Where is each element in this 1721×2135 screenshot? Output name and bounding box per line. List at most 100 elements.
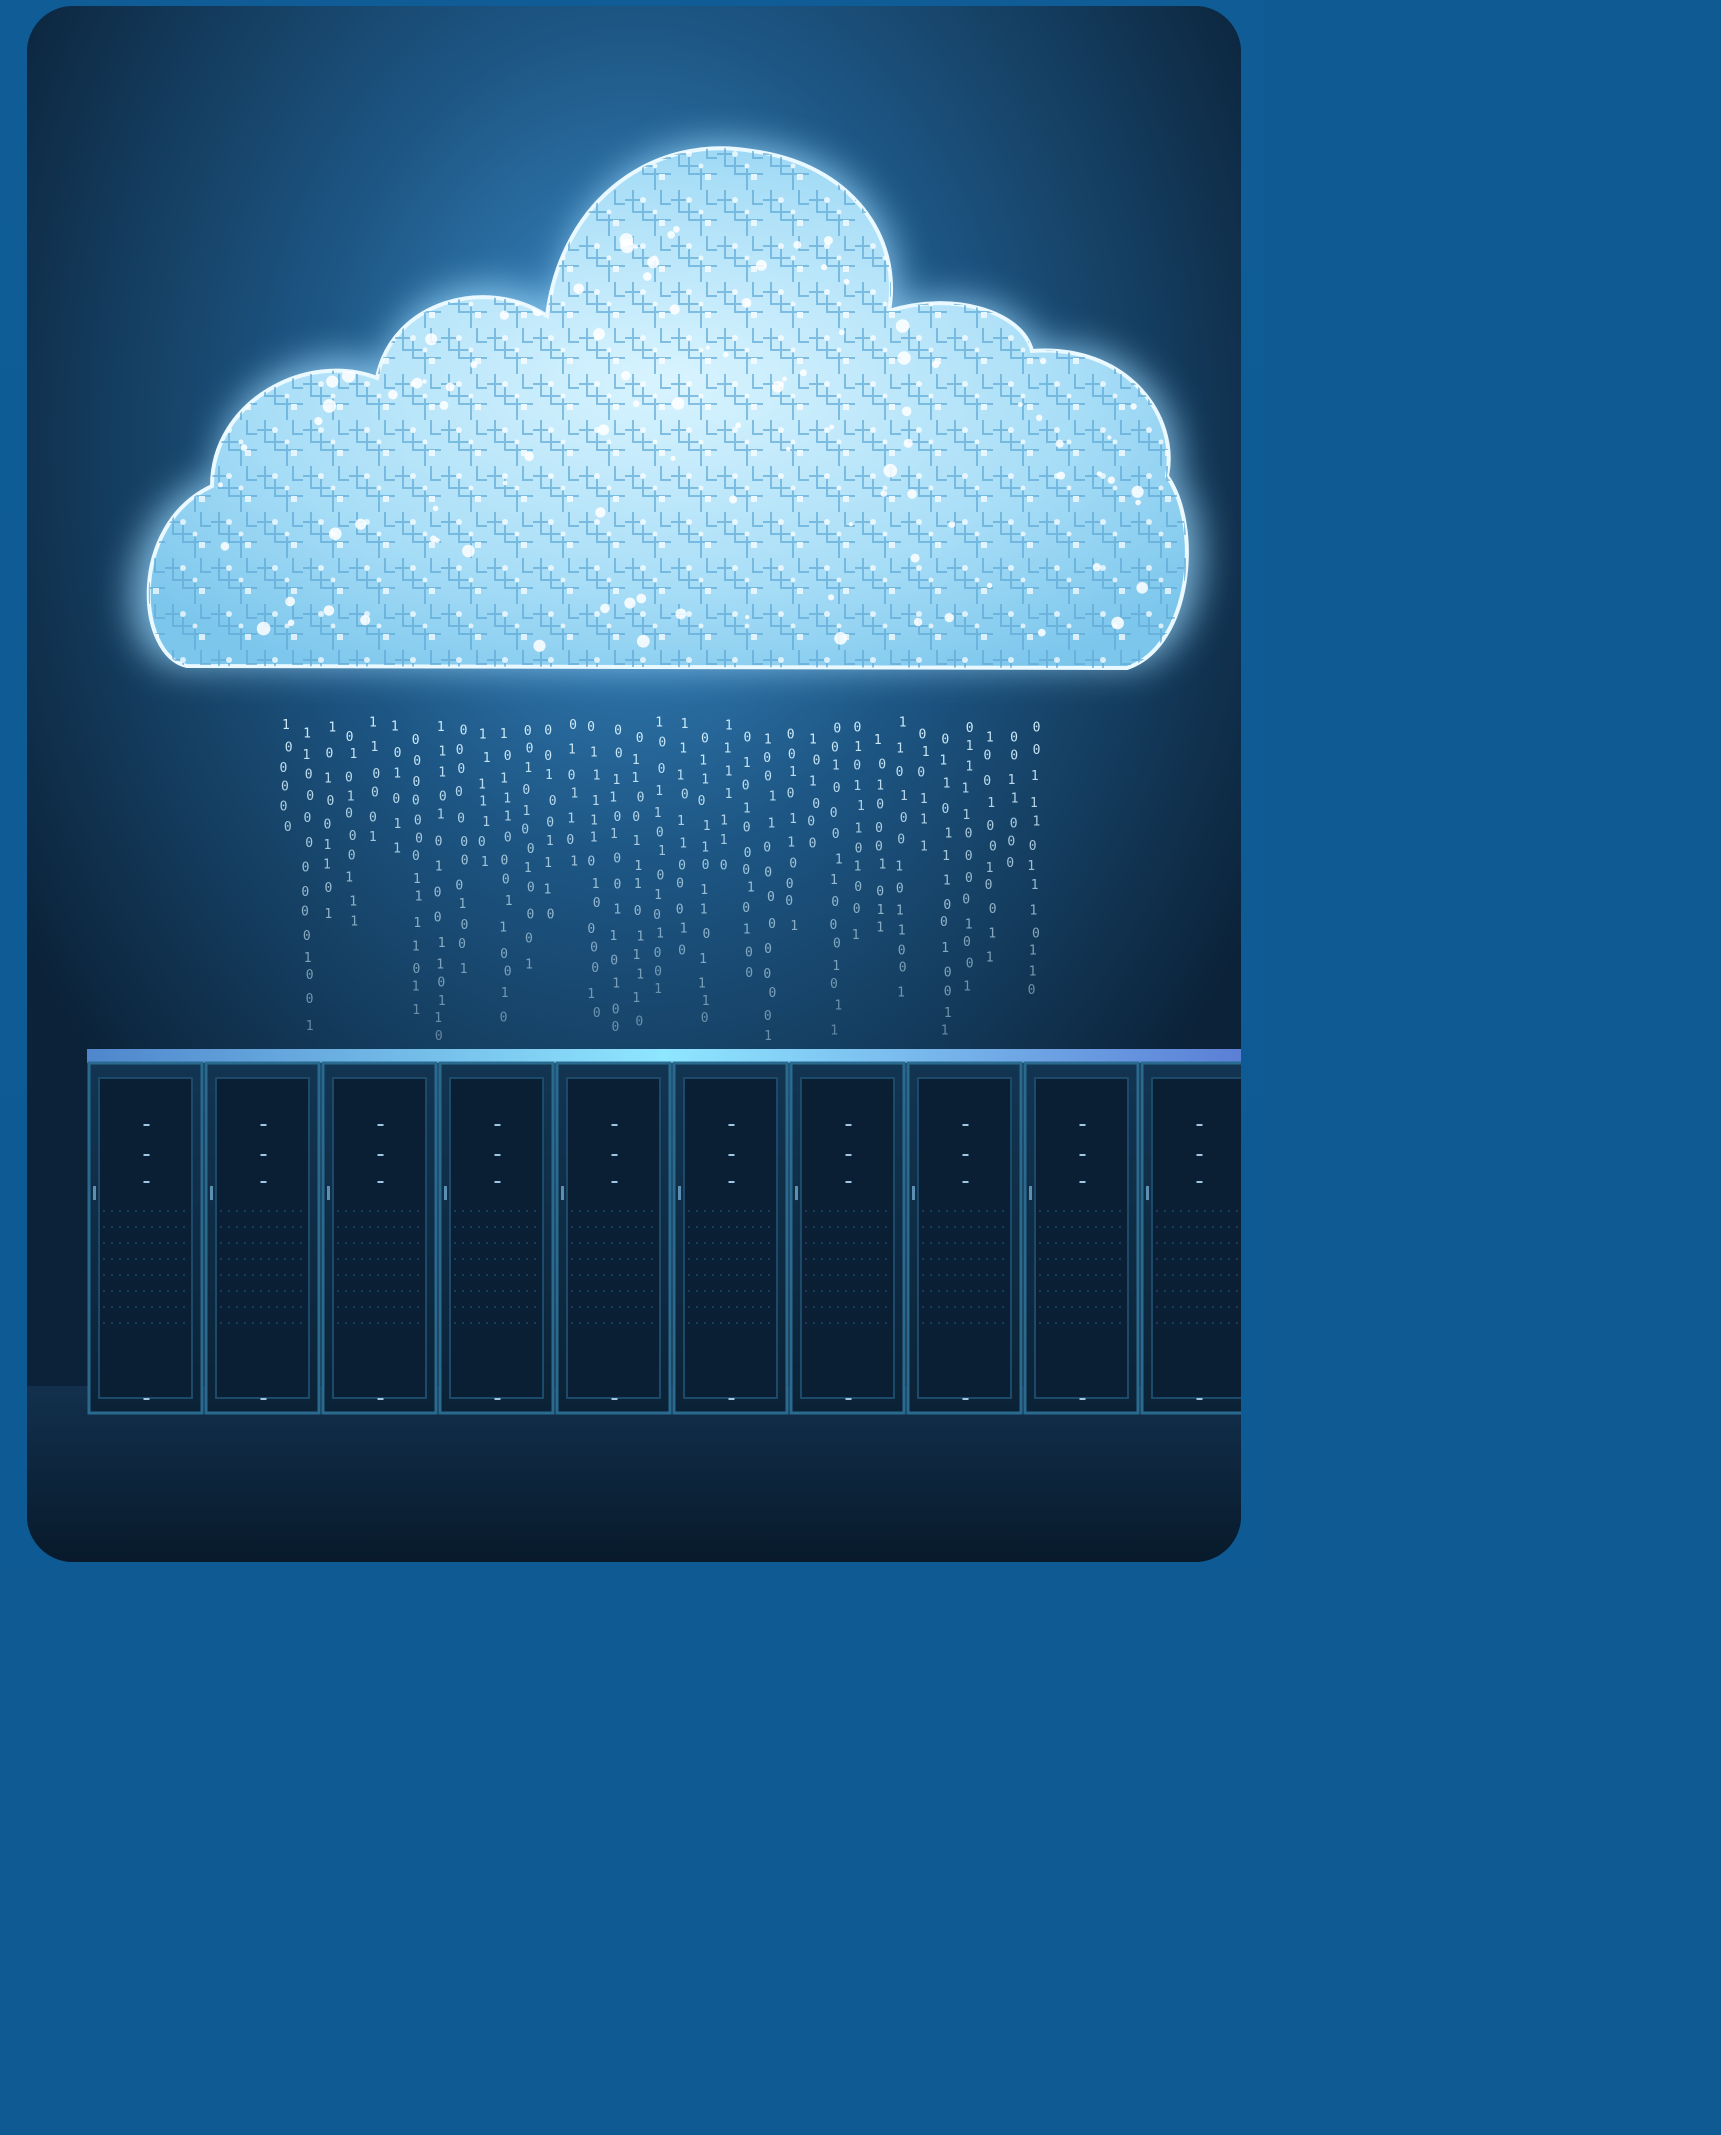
binary-digit: 0 xyxy=(504,831,512,846)
binary-digit: 1 xyxy=(438,936,446,951)
binary-digit: 0 xyxy=(460,723,468,738)
binary-digit: 1 xyxy=(701,772,709,787)
binary-digit: 0 xyxy=(591,961,599,976)
circuit-pad xyxy=(848,522,854,527)
circuit-pad xyxy=(411,377,423,389)
circuit-pad xyxy=(439,400,449,410)
binary-digit: 0 xyxy=(768,917,776,932)
circuit-pad xyxy=(636,634,650,648)
circuit-pad xyxy=(843,278,850,285)
binary-digit: 1 xyxy=(962,808,970,823)
circuit-pad xyxy=(913,617,923,627)
server-rack xyxy=(906,1061,1023,1415)
binary-digit: 1 xyxy=(613,903,621,918)
binary-digit: 1 xyxy=(920,839,928,854)
binary-digit: 0 xyxy=(527,881,535,896)
binary-digit: 1 xyxy=(654,982,662,997)
binary-digit: 0 xyxy=(854,720,862,735)
binary-digit: 1 xyxy=(369,830,377,845)
binary-digit: 0 xyxy=(612,1020,620,1035)
binary-digit: 1 xyxy=(434,1011,442,1026)
circuit-pad xyxy=(619,233,634,247)
binary-digit: 1 xyxy=(394,817,402,832)
binary-digit: 0 xyxy=(698,794,706,809)
binary-digit: 1 xyxy=(438,766,446,781)
circuit-pad xyxy=(1055,439,1064,448)
binary-digit: 1 xyxy=(854,740,862,755)
binary-digit: 0 xyxy=(461,853,469,868)
binary-digit: 1 xyxy=(323,858,331,873)
binary-digit: 1 xyxy=(568,743,576,758)
circuit-pad xyxy=(903,438,913,448)
binary-digit: 0 xyxy=(943,898,951,913)
binary-digit: 0 xyxy=(415,831,423,846)
binary-digit: 0 xyxy=(786,877,794,892)
binary-digit: 0 xyxy=(614,724,622,739)
binary-digit: 1 xyxy=(986,861,994,876)
server-rack xyxy=(87,1061,204,1415)
binary-digit: 0 xyxy=(763,840,771,855)
circuit-pad xyxy=(220,542,230,551)
circuit-pad xyxy=(675,608,687,620)
binary-digit: 1 xyxy=(743,801,751,816)
binary-digit: 0 xyxy=(587,922,595,937)
binary-digit: 0 xyxy=(434,886,442,901)
binary-digit: 0 xyxy=(896,882,904,897)
binary-digit: 1 xyxy=(324,838,332,853)
cloud-server-photo: 1000001100000000100110100110101010001111… xyxy=(27,6,1241,1562)
binary-digit: 0 xyxy=(898,943,906,958)
binary-digit: 0 xyxy=(656,826,664,841)
binary-digit: 1 xyxy=(830,873,838,888)
binary-digit: 1 xyxy=(483,751,491,766)
circuit-pad xyxy=(883,463,898,478)
circuit-pad xyxy=(533,639,546,652)
binary-digit: 1 xyxy=(610,929,618,944)
circuit-pad xyxy=(1039,357,1047,365)
binary-digit: 0 xyxy=(653,908,661,923)
binary-digit: 1 xyxy=(681,717,689,732)
circuit-pad xyxy=(799,369,807,377)
binary-digit: 1 xyxy=(655,784,663,799)
binary-digit: 1 xyxy=(854,859,862,874)
binary-digit: 1 xyxy=(592,794,600,809)
circuit-pad xyxy=(729,495,738,504)
binary-digit: 0 xyxy=(610,954,618,969)
binary-digit: 1 xyxy=(922,745,930,760)
circuit-pad xyxy=(828,594,835,601)
binary-digit: 1 xyxy=(587,987,595,1002)
binary-digit: 0 xyxy=(614,878,622,893)
binary-digit: 0 xyxy=(1007,835,1015,850)
binary-digit: 0 xyxy=(1033,721,1041,736)
binary-digit: 0 xyxy=(301,905,309,920)
binary-digit: 0 xyxy=(830,806,838,821)
binary-digit: 0 xyxy=(940,915,948,930)
binary-digit: 1 xyxy=(943,776,951,791)
binary-digit: 0 xyxy=(944,966,952,981)
binary-digit: 1 xyxy=(920,792,928,807)
circuit-pad xyxy=(669,304,680,315)
circuit-pad xyxy=(948,521,956,528)
binary-digit: 0 xyxy=(654,946,662,961)
binary-digit: 1 xyxy=(809,733,817,748)
server-rack xyxy=(555,1061,672,1415)
binary-digit: 0 xyxy=(812,797,820,812)
binary-digit: 1 xyxy=(500,772,508,787)
binary-digit: 0 xyxy=(349,829,357,844)
binary-digit: 0 xyxy=(544,749,552,764)
binary-digit: 0 xyxy=(965,826,973,841)
circuit-pad xyxy=(1136,582,1148,594)
circuit-pad xyxy=(624,597,636,609)
binary-digit: 1 xyxy=(303,748,311,763)
binary-digit: 0 xyxy=(525,932,533,947)
circuit-pad xyxy=(422,379,427,384)
binary-digit: 0 xyxy=(658,762,666,777)
server-rack xyxy=(1023,1061,1140,1415)
binary-digit: 1 xyxy=(655,716,663,731)
binary-digit: 1 xyxy=(525,957,533,972)
binary-digit: 1 xyxy=(658,844,666,859)
binary-digit: 1 xyxy=(764,1029,772,1044)
binary-digit: 1 xyxy=(412,980,420,995)
binary-digit: 1 xyxy=(699,952,707,967)
binary-digit: 1 xyxy=(877,903,885,918)
binary-digit: 1 xyxy=(413,872,421,887)
